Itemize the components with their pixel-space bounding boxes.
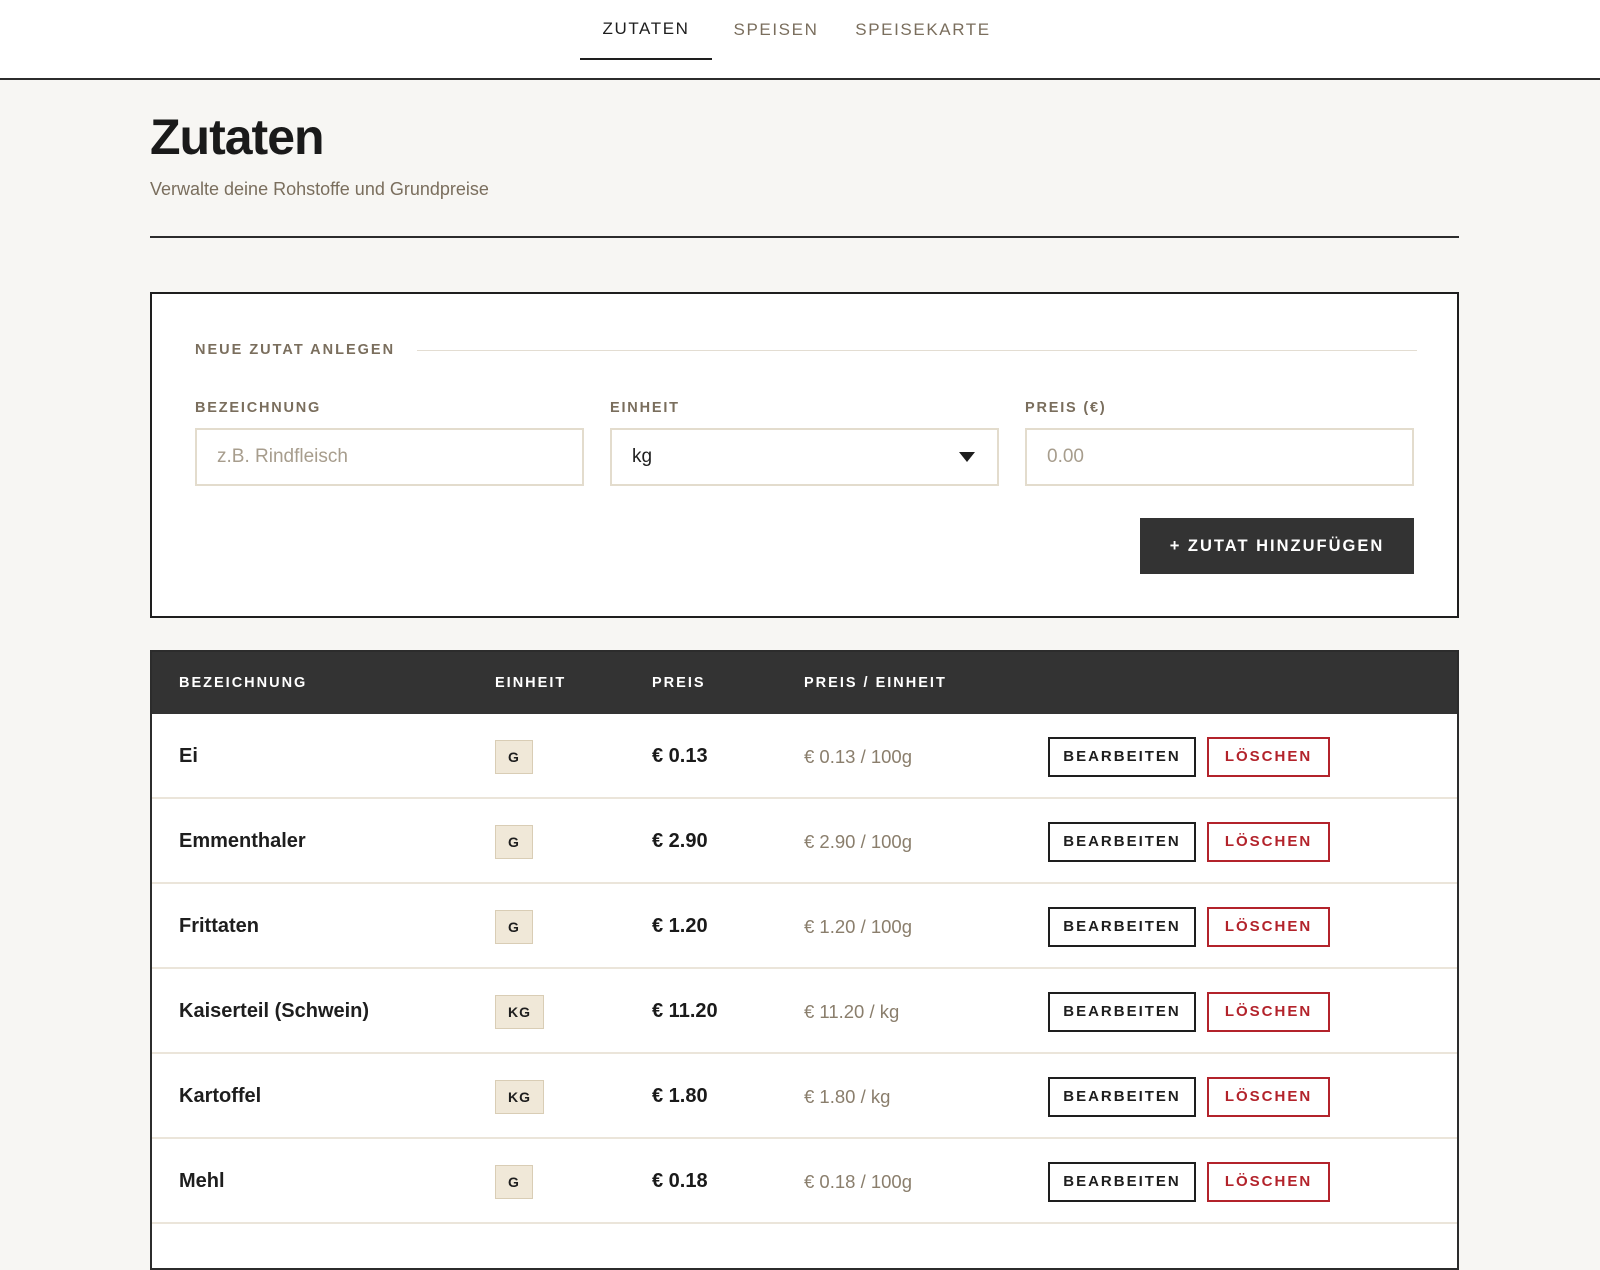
unit-badge: G (495, 909, 533, 944)
price-per-unit: € 0.13 / 100g (804, 745, 913, 767)
column-header-unit: EINHEIT (495, 675, 567, 691)
unit-badge: KG (495, 1079, 544, 1114)
edit-button[interactable]: BEARBEITEN (1048, 1161, 1196, 1202)
new-ingredient-form: NEUE ZUTAT ANLEGEN BEZEICHNUNG EINHEIT k… (150, 292, 1459, 618)
delete-button[interactable]: LÖSCHEN (1207, 991, 1330, 1032)
ingredient-price: € 2.90 (652, 830, 708, 852)
price-field-label: PREIS (€) (1025, 400, 1107, 416)
unit-field-label: EINHEIT (610, 400, 680, 416)
ingredients-table: BEZEICHNUNG EINHEIT PREIS PREIS / EINHEI… (150, 650, 1459, 1270)
unit-select[interactable]: kg (610, 428, 999, 486)
ingredient-name: Frittaten (179, 915, 259, 937)
table-header: BEZEICHNUNG EINHEIT PREIS PREIS / EINHEI… (152, 652, 1457, 714)
edit-button[interactable]: BEARBEITEN (1048, 991, 1196, 1032)
edit-button[interactable]: BEARBEITEN (1048, 736, 1196, 777)
price-input[interactable] (1025, 428, 1414, 486)
edit-button[interactable]: BEARBEITEN (1048, 906, 1196, 947)
ingredient-price: € 1.20 (652, 915, 708, 937)
unit-badge: G (495, 824, 533, 859)
price-per-unit: € 2.90 / 100g (804, 830, 913, 852)
delete-button[interactable]: LÖSCHEN (1207, 906, 1330, 947)
name-field-label: BEZEICHNUNG (195, 400, 322, 416)
table-row: Frittaten G € 1.20 € 1.20 / 100g BEARBEI… (152, 884, 1457, 969)
tab-speisekarte[interactable]: SPEISEKARTE (848, 0, 998, 60)
table-row: Kaiserteil (Schwein) KG € 11.20 € 11.20 … (152, 969, 1457, 1054)
ingredient-price: € 11.20 (652, 1000, 718, 1022)
table-row: Kartoffel KG € 1.80 € 1.80 / kg BEARBEIT… (152, 1054, 1457, 1139)
table-row: Mehl G € 0.18 € 0.18 / 100g BEARBEITEN L… (152, 1139, 1457, 1224)
unit-badge: G (495, 739, 533, 774)
unit-badge: G (495, 1164, 533, 1199)
ingredient-name: Ei (179, 745, 198, 767)
form-legend: NEUE ZUTAT ANLEGEN (195, 342, 396, 358)
delete-button[interactable]: LÖSCHEN (1207, 1076, 1330, 1117)
add-ingredient-button[interactable]: + ZUTAT HINZUFÜGEN (1140, 518, 1414, 574)
ingredient-name: Mehl (179, 1170, 225, 1192)
page-title: Zutaten (150, 109, 325, 165)
delete-button[interactable]: LÖSCHEN (1207, 736, 1330, 777)
price-per-unit: € 11.20 / kg (804, 1000, 900, 1022)
ingredient-name: Kaiserteil (Schwein) (179, 1000, 370, 1022)
name-input[interactable] (195, 428, 584, 486)
ingredient-name: Kartoffel (179, 1085, 262, 1107)
price-per-unit: € 1.80 / kg (804, 1085, 891, 1107)
legend-divider (417, 350, 1417, 351)
chevron-down-icon (959, 452, 975, 462)
edit-button[interactable]: BEARBEITEN (1048, 821, 1196, 862)
delete-button[interactable]: LÖSCHEN (1207, 821, 1330, 862)
page-subtitle: Verwalte deine Rohstoffe und Grundpreise (150, 179, 489, 199)
header-divider (150, 236, 1459, 238)
table-row: Emmenthaler G € 2.90 € 2.90 / 100g BEARB… (152, 799, 1457, 884)
tab-speisen[interactable]: SPEISEN (726, 0, 826, 60)
column-header-price: PREIS (652, 675, 706, 691)
delete-button[interactable]: LÖSCHEN (1207, 1161, 1330, 1202)
ingredient-price: € 0.13 (652, 745, 708, 767)
unit-badge: KG (495, 994, 544, 1029)
price-per-unit: € 1.20 / 100g (804, 915, 913, 937)
table-row: Ei G € 0.13 € 0.13 / 100g BEARBEITEN LÖS… (152, 714, 1457, 799)
unit-select-value: kg (632, 446, 653, 467)
ingredient-price: € 1.80 (652, 1085, 708, 1107)
ingredient-name: Emmenthaler (179, 830, 306, 852)
tab-zutaten[interactable]: ZUTATEN (580, 0, 712, 60)
column-header-name: BEZEICHNUNG (179, 675, 308, 691)
top-navigation: ZUTATEN SPEISEN SPEISEKARTE (0, 0, 1600, 80)
price-per-unit: € 0.18 / 100g (804, 1170, 913, 1192)
column-header-price-per-unit: PREIS / EINHEIT (804, 675, 947, 691)
ingredient-price: € 0.18 (652, 1170, 708, 1192)
edit-button[interactable]: BEARBEITEN (1048, 1076, 1196, 1117)
